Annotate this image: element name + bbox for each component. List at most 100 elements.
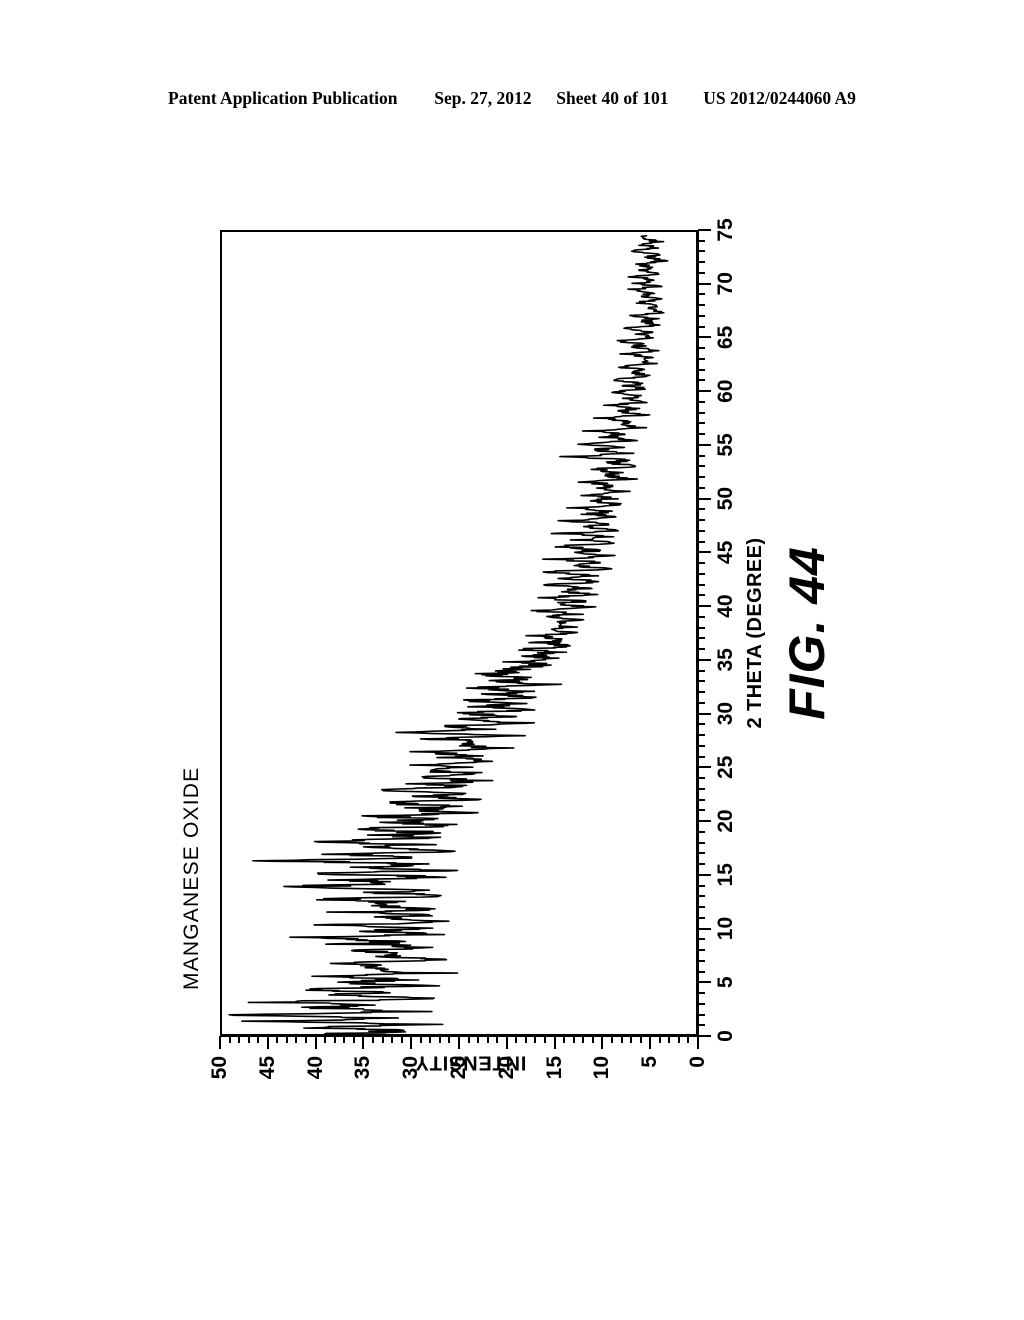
two-theta-minor-tick — [698, 304, 705, 307]
two-theta-minor-tick — [698, 615, 705, 618]
two-theta-minor-tick — [698, 863, 705, 866]
two-theta-minor-tick — [698, 422, 705, 425]
two-theta-tick-label: 0 — [714, 1030, 737, 1042]
intensity-minor-tick — [486, 1036, 489, 1043]
two-theta-minor-tick — [698, 529, 705, 532]
two-theta-minor-tick — [698, 572, 705, 575]
intensity-major-tick — [314, 1036, 317, 1049]
intensity-minor-tick — [582, 1036, 585, 1043]
two-theta-major-tick — [698, 873, 711, 876]
intensity-minor-tick — [324, 1036, 327, 1043]
intensity-axis-title: INTENSITY — [414, 1051, 527, 1074]
two-theta-major-tick — [698, 336, 711, 339]
two-theta-tick-label: 60 — [714, 379, 737, 403]
two-theta-minor-tick — [698, 895, 705, 898]
two-theta-minor-tick — [698, 465, 705, 468]
two-theta-minor-tick — [698, 411, 705, 414]
intensity-minor-tick — [563, 1036, 566, 1043]
intensity-minor-tick — [343, 1036, 346, 1043]
two-theta-tick-label: 45 — [714, 540, 737, 565]
two-theta-minor-tick — [698, 314, 705, 317]
two-theta-minor-tick — [698, 884, 705, 887]
intensity-minor-tick — [238, 1036, 241, 1043]
two-theta-minor-tick — [698, 1013, 705, 1016]
two-theta-major-tick — [698, 282, 711, 285]
two-theta-minor-tick — [698, 916, 705, 919]
intensity-minor-tick — [591, 1036, 594, 1043]
two-theta-minor-tick — [698, 1002, 705, 1005]
two-theta-minor-tick — [698, 852, 705, 855]
two-theta-minor-tick — [698, 787, 705, 790]
two-theta-minor-tick — [698, 938, 705, 941]
header-document-number: US 2012/0244060 A9 — [703, 88, 856, 108]
intensity-minor-tick — [630, 1036, 633, 1043]
two-theta-minor-tick — [698, 680, 705, 683]
two-theta-minor-tick — [698, 626, 705, 629]
intensity-tick-label: 5 — [638, 1056, 662, 1068]
figure-rotated-container: MANGANESE OXIDE 0 5 10 15 20 25 30 35 40 45 50 INT… — [162, 210, 862, 1110]
intensity-minor-tick — [257, 1036, 260, 1043]
two-theta-minor-tick — [698, 669, 705, 672]
intensity-tick-label: 40 — [303, 1056, 327, 1080]
two-theta-axis-title: 2 THETA (DEGREE) — [744, 537, 766, 729]
intensity-major-tick — [410, 1036, 413, 1049]
intensity-major-tick — [553, 1036, 556, 1049]
two-theta-minor-tick — [698, 433, 705, 436]
two-theta-minor-tick — [698, 454, 705, 457]
intensity-minor-tick — [496, 1036, 499, 1043]
two-theta-minor-tick — [698, 906, 705, 909]
two-theta-minor-tick — [698, 239, 705, 242]
intensity-minor-tick — [391, 1036, 394, 1043]
intensity-minor-tick — [658, 1036, 661, 1043]
intensity-minor-tick — [381, 1036, 384, 1043]
intensity-major-tick — [505, 1036, 508, 1049]
two-theta-minor-tick — [698, 970, 705, 973]
intensity-minor-tick — [352, 1036, 355, 1043]
two-theta-minor-tick — [698, 734, 705, 737]
intensity-major-tick — [601, 1036, 604, 1049]
intensity-tick-label: 45 — [255, 1056, 279, 1080]
plot-area — [220, 230, 698, 1036]
two-theta-minor-tick — [698, 798, 705, 801]
intensity-minor-tick — [400, 1036, 403, 1043]
two-theta-minor-tick — [698, 562, 705, 565]
two-theta-major-tick — [698, 605, 711, 608]
intensity-axis-line: 0 5 10 15 20 25 30 35 40 45 50 — [208, 1036, 709, 1079]
intensity-minor-tick — [639, 1036, 642, 1043]
intensity-tick-label: 50 — [208, 1056, 231, 1080]
two-theta-tick-label: 35 — [714, 648, 737, 672]
two-theta-minor-tick — [698, 691, 705, 694]
intensity-minor-tick — [620, 1036, 623, 1043]
two-theta-minor-tick — [698, 508, 705, 511]
two-theta-minor-tick — [698, 841, 705, 844]
two-theta-tick-label: 15 — [714, 863, 737, 887]
figure-caption: FIG. 44 — [779, 546, 835, 720]
intensity-minor-tick — [228, 1036, 231, 1043]
two-theta-minor-tick — [698, 293, 705, 296]
intensity-minor-tick — [419, 1036, 422, 1043]
two-theta-minor-tick — [698, 755, 705, 758]
header-publication-title: Patent Application Publication — [168, 88, 398, 108]
two-theta-major-tick — [698, 1035, 711, 1037]
two-theta-major-tick — [698, 443, 711, 446]
two-theta-major-tick — [698, 927, 711, 930]
two-theta-minor-tick — [698, 347, 705, 350]
two-theta-minor-tick — [698, 1024, 705, 1027]
two-theta-minor-tick — [698, 992, 705, 995]
two-theta-minor-tick — [698, 400, 705, 403]
figure-inner: MANGANESE OXIDE 0 5 10 15 20 25 30 35 40 45 50 INT… — [162, 210, 862, 1110]
intensity-minor-tick — [677, 1036, 680, 1043]
two-theta-major-tick — [698, 766, 711, 769]
header-date: Sep. 27, 2012 — [434, 88, 532, 108]
intensity-minor-tick — [438, 1036, 441, 1043]
two-theta-minor-tick — [698, 744, 705, 747]
two-theta-tick-label: 5 — [714, 976, 737, 989]
intensity-minor-tick — [572, 1036, 575, 1043]
two-theta-tick-label: 10 — [714, 916, 737, 941]
two-theta-tick-label: 70 — [714, 272, 737, 296]
two-theta-minor-tick — [698, 368, 705, 371]
two-theta-tick-label: 20 — [714, 809, 737, 833]
intensity-minor-tick — [448, 1036, 451, 1043]
two-theta-tick-label: 65 — [714, 325, 737, 350]
two-theta-minor-tick — [698, 583, 705, 586]
